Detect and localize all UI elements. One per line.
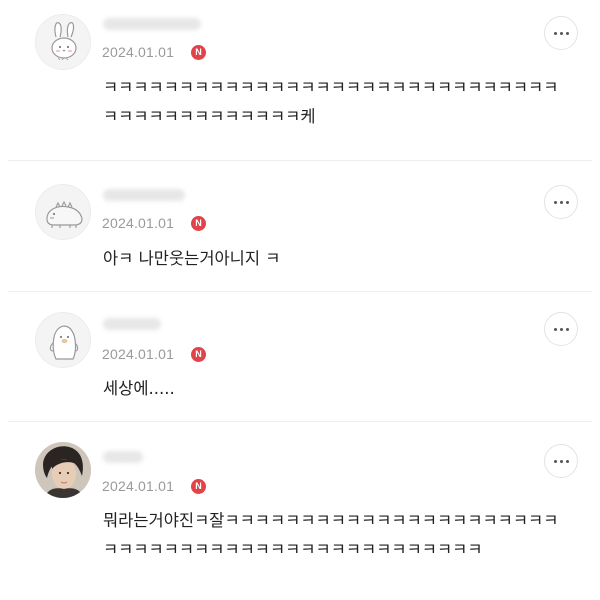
more-options-button[interactable] [544,185,578,219]
new-badge: N [191,347,206,362]
username-blurred[interactable] [103,451,143,463]
dinosaur-avatar-icon[interactable] [35,184,91,240]
more-horizontal-icon [553,459,557,463]
more-options-button[interactable] [544,16,578,50]
profile-photo[interactable] [35,442,91,498]
penguin-avatar-icon[interactable] [35,312,91,368]
username-blurred[interactable] [103,18,201,30]
more-horizontal-icon [553,200,557,204]
more-options-button[interactable] [544,312,578,346]
comment-text: 아ㅋ 나만웃는거아니지 ㅋ [103,249,281,268]
comment-item: 2024.01.01 N ㅋㅋㅋㅋㅋㅋㅋㅋㅋㅋㅋㅋㅋㅋㅋㅋㅋㅋㅋㅋㅋㅋㅋㅋㅋㅋㅋ… [0,0,600,160]
comment-date: 2024.01.01 [102,478,175,494]
comment-item: 2024.01.01 N 뭐라는거야진ㅋ잘ㅋㅋㅋㅋㅋㅋㅋㅋㅋㅋㅋㅋㅋㅋㅋㅋㅋㅋㅋ… [0,422,600,600]
comment-item: 2024.01.01 N 아ㅋ 나만웃는거아니지 ㅋ [0,161,600,291]
username-blurred[interactable] [103,189,185,201]
new-badge: N [191,479,206,494]
new-badge: N [191,45,206,60]
comment-item: 2024.01.01 N 세상에..... [0,292,600,422]
comment-text: 뭐라는거야진ㅋ잘ㅋㅋㅋㅋㅋㅋㅋㅋㅋㅋㅋㅋㅋㅋㅋㅋㅋㅋㅋㅋㅋㅋㅋㅋㅋㅋㅋㅋㅋㅋㅋㅋ… [103,511,559,559]
comment-text: ㅋㅋㅋㅋㅋㅋㅋㅋㅋㅋㅋㅋㅋㅋㅋㅋㅋㅋㅋㅋㅋㅋㅋㅋㅋㅋㅋㅋㅋㅋㅋㅋㅋㅋㅋㅋㅋㅋㅋㅋ… [103,78,559,126]
bunny-avatar-icon[interactable] [35,14,91,70]
comment-date: 2024.01.01 [102,44,175,60]
username-blurred[interactable] [103,318,161,330]
more-options-button[interactable] [544,444,578,478]
comment-date: 2024.01.01 [102,346,175,362]
comment-date: 2024.01.01 [102,215,175,231]
comment-text: 세상에..... [103,379,175,398]
more-horizontal-icon [553,31,557,35]
new-badge: N [191,216,206,231]
more-horizontal-icon [553,327,557,331]
